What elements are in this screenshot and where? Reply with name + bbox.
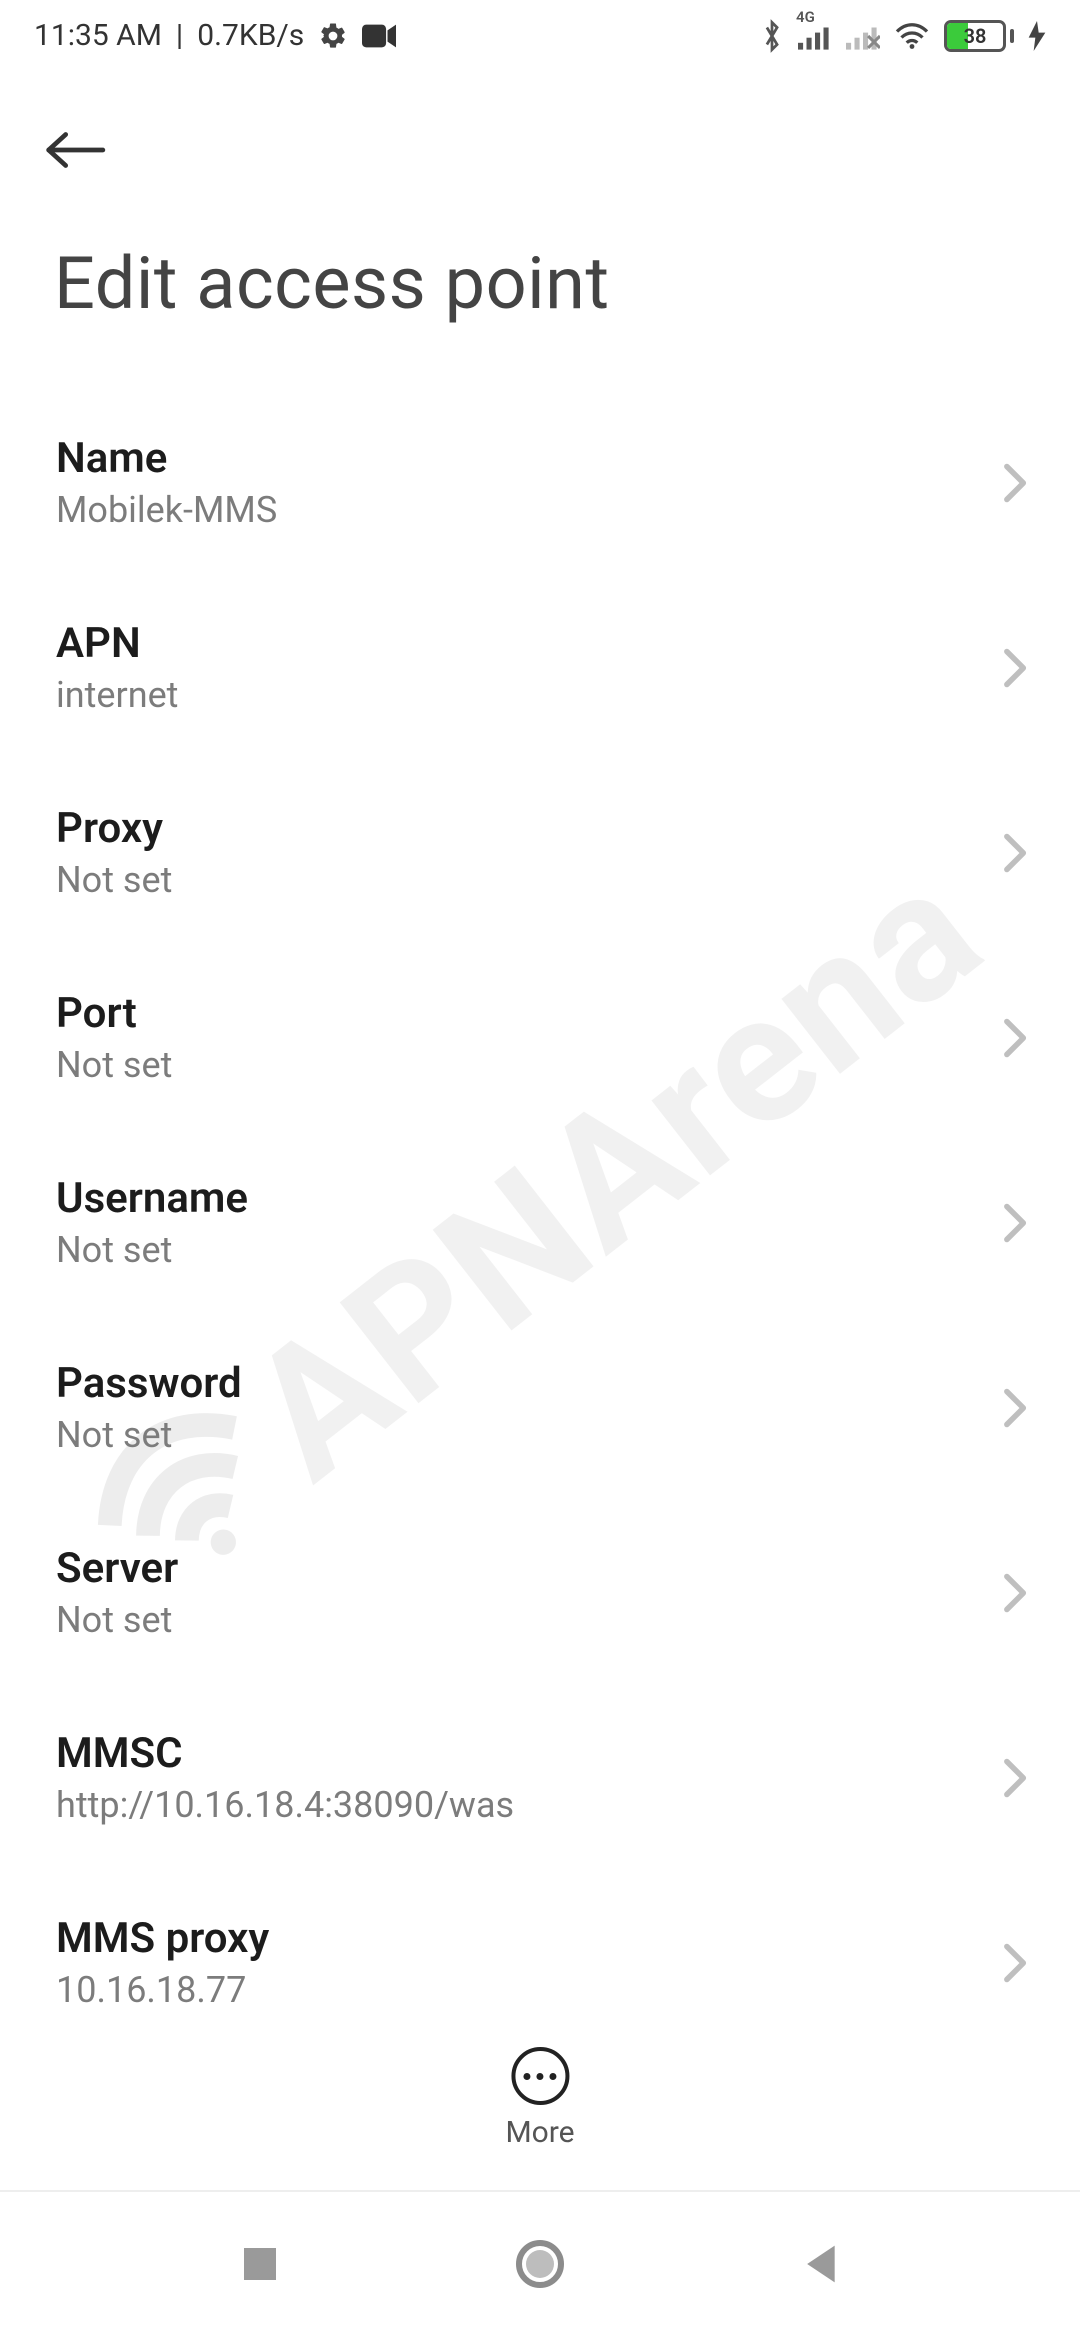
signal-sim1-icon: 4G	[798, 22, 832, 50]
setting-value: Not set	[56, 1044, 172, 1086]
setting-value: Not set	[56, 1229, 248, 1271]
setting-value: 10.16.18.77	[56, 1969, 269, 2011]
setting-row-apn[interactable]: APN internet	[0, 575, 1080, 760]
chevron-right-icon	[1002, 646, 1030, 690]
setting-label: APN	[56, 619, 178, 668]
status-separator: |	[176, 18, 183, 53]
signal-sim2-icon	[846, 22, 880, 50]
nav-back-button[interactable]	[790, 2236, 850, 2296]
setting-label: MMS proxy	[56, 1914, 269, 1963]
setting-value: http://10.16.18.4:38090/was	[56, 1784, 514, 1826]
setting-label: Username	[56, 1174, 248, 1223]
setting-value: Not set	[56, 859, 172, 901]
chevron-right-icon	[1002, 461, 1030, 505]
status-left: 11:35 AM | 0.7KB/s	[34, 18, 396, 53]
chevron-right-icon	[1002, 1016, 1030, 1060]
setting-row-mmsc[interactable]: MMSC http://10.16.18.4:38090/was	[0, 1685, 1080, 1870]
page-title: Edit access point	[0, 197, 1080, 356]
status-net-speed: 0.7KB/s	[197, 18, 304, 53]
nav-recents-button[interactable]	[230, 2236, 290, 2296]
arrow-left-icon	[44, 128, 106, 176]
more-dots-icon	[511, 2047, 569, 2105]
setting-row-password[interactable]: Password Not set	[0, 1315, 1080, 1500]
setting-row-server[interactable]: Server Not set	[0, 1500, 1080, 1685]
setting-label: Port	[56, 989, 172, 1038]
bluetooth-icon	[760, 19, 784, 53]
settings-list: Name Mobilek-MMS APN internet Proxy Not …	[0, 356, 1080, 2055]
wifi-icon	[894, 21, 930, 51]
setting-value: internet	[56, 674, 178, 716]
system-nav-bar	[0, 2190, 1080, 2340]
setting-label: Server	[56, 1544, 178, 1593]
more-button[interactable]: More	[505, 2047, 574, 2150]
settings-scroll-area[interactable]: APNArena Name Mobilek-MMS APN internet P…	[0, 356, 1080, 2124]
setting-label: Name	[56, 434, 277, 483]
setting-row-port[interactable]: Port Not set	[0, 945, 1080, 1130]
triangle-left-icon	[800, 2242, 840, 2290]
chevron-right-icon	[1002, 1571, 1030, 1615]
setting-label: Password	[56, 1359, 242, 1408]
status-bar: 11:35 AM | 0.7KB/s 4G	[0, 0, 1080, 67]
setting-value: Mobilek-MMS	[56, 489, 277, 531]
video-camera-icon	[362, 24, 396, 48]
signal-network-tag: 4G	[796, 8, 815, 26]
chevron-right-icon	[1002, 1201, 1030, 1245]
back-button[interactable]	[44, 117, 114, 187]
more-label: More	[505, 2115, 574, 2150]
chevron-right-icon	[1002, 831, 1030, 875]
app-bar	[0, 67, 1080, 197]
setting-row-name[interactable]: Name Mobilek-MMS	[0, 390, 1080, 575]
chevron-right-icon	[1002, 1941, 1030, 1985]
status-time: 11:35 AM	[34, 18, 162, 53]
setting-row-username[interactable]: Username Not set	[0, 1130, 1080, 1315]
square-icon	[240, 2244, 280, 2288]
chevron-right-icon	[1002, 1756, 1030, 1800]
battery-percent: 38	[947, 23, 1003, 49]
settings-gear-icon	[318, 21, 348, 51]
status-right: 4G 38	[760, 19, 1046, 53]
nav-home-button[interactable]	[510, 2236, 570, 2296]
setting-row-mms-proxy[interactable]: MMS proxy 10.16.18.77	[0, 1870, 1080, 2055]
setting-row-proxy[interactable]: Proxy Not set	[0, 760, 1080, 945]
setting-value: Not set	[56, 1414, 242, 1456]
charging-bolt-icon	[1028, 21, 1046, 51]
setting-label: MMSC	[56, 1729, 514, 1778]
chevron-right-icon	[1002, 1386, 1030, 1430]
setting-label: Proxy	[56, 804, 172, 853]
circle-icon	[515, 2239, 565, 2293]
setting-value: Not set	[56, 1599, 178, 1641]
battery-icon: 38	[944, 20, 1014, 52]
